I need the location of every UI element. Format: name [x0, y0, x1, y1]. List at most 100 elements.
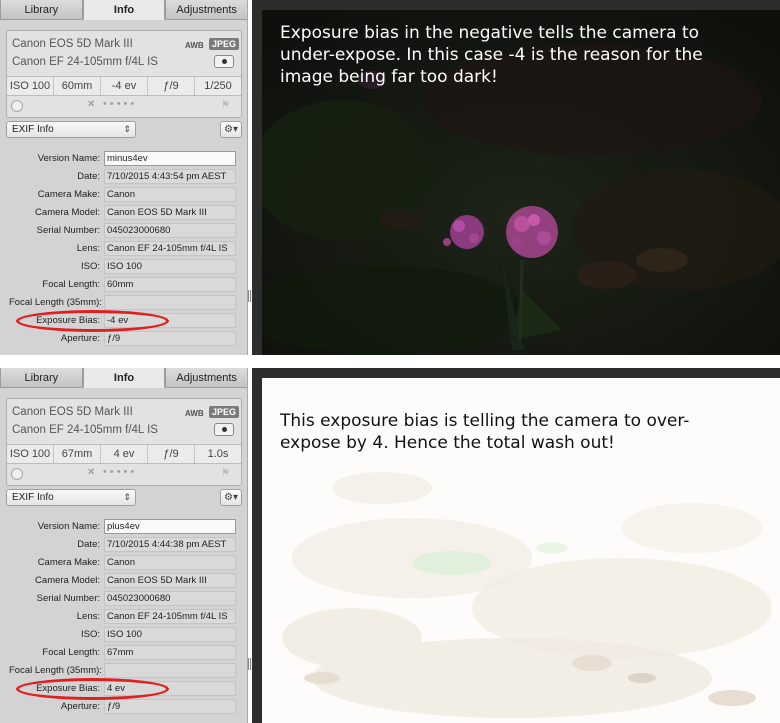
- field-value: Canon: [104, 187, 236, 202]
- stat-iso: ISO 100: [7, 77, 54, 95]
- tab-info[interactable]: Info: [82, 0, 166, 20]
- inspector-tabs: Library Info Adjustments: [0, 368, 247, 388]
- stat-focal: 67mm: [54, 445, 101, 463]
- exif-view-select[interactable]: EXIF Info ⇕: [6, 489, 136, 506]
- field-label: Serial Number:: [36, 225, 100, 236]
- stat-ev: -4 ev: [101, 77, 148, 95]
- field-value: Canon: [104, 555, 236, 570]
- caption-overexpose: This exposure bias is telling the camera…: [280, 411, 690, 453]
- field-value: 045023000680: [104, 591, 236, 606]
- field-label: Focal Length:: [42, 279, 100, 290]
- tab-library[interactable]: Library: [0, 368, 83, 388]
- field-serial-number: Serial Number: 045023000680: [0, 222, 247, 240]
- reject-icon[interactable]: ✕: [87, 99, 95, 110]
- flag-icon[interactable]: ⚑: [221, 468, 230, 479]
- stat-focal: 60mm: [54, 77, 101, 95]
- field-value: 7/10/2015 4:43:54 pm AEST: [104, 169, 236, 184]
- reject-icon[interactable]: ✕: [87, 467, 95, 478]
- field-value: ƒ/9: [104, 331, 236, 346]
- gear-icon[interactable]: ⚙▾: [220, 489, 242, 506]
- exif-view-label: EXIF Info: [12, 124, 54, 135]
- field-iso: ISO: ISO 100: [0, 258, 247, 276]
- field-aperture: Aperture: ƒ/9: [0, 698, 247, 716]
- field-version-name: Version Name: plus4ev: [0, 518, 247, 536]
- stat-aperture: ƒ/9: [148, 445, 195, 463]
- camera-lens: Canon EF 24-105mm f/4L IS: [12, 424, 158, 436]
- stat-shutter: 1.0s: [207, 448, 229, 460]
- info-inspector: Library Info Adjustments Canon EOS 5D Ma…: [0, 368, 248, 723]
- field-value: Canon EOS 5D Mark III: [104, 205, 236, 220]
- camera-lens: Canon EF 24-105mm f/4L IS: [12, 56, 158, 68]
- exposure-bias-highlight: [16, 310, 169, 332]
- field-value: 67mm: [104, 645, 236, 660]
- camera-summary: Canon EOS 5D Mark III Canon EF 24-105mm …: [6, 398, 242, 486]
- field-value: Canon EF 24-105mm f/4L IS: [104, 241, 236, 256]
- field-date: Date: 7/10/2015 4:44:38 pm AEST: [0, 536, 247, 554]
- image-viewer: This exposure bias is telling the camera…: [252, 368, 780, 723]
- record-icon[interactable]: [214, 55, 234, 68]
- field-value: 7/10/2015 4:44:38 pm AEST: [104, 537, 236, 552]
- field-focal-length: Focal Length: 67mm: [0, 644, 247, 662]
- color-label-icon[interactable]: [11, 468, 23, 480]
- format-badge: JPEG: [209, 38, 240, 50]
- camera-summary: Canon EOS 5D Mark III Canon EF 24-105mm …: [6, 30, 242, 118]
- rating-stars[interactable]: •••••: [103, 466, 137, 478]
- exif-view-select[interactable]: EXIF Info ⇕: [6, 121, 136, 138]
- rating-row: ✕ ••••• ⚑: [7, 97, 241, 117]
- version-name-input[interactable]: plus4ev: [104, 519, 236, 534]
- stat-ev: 4 ev: [101, 445, 148, 463]
- field-value: ISO 100: [104, 627, 236, 642]
- camera-model: Canon EOS 5D Mark III: [12, 406, 133, 418]
- field-label: ISO:: [80, 261, 100, 272]
- field-label: Version Name:: [37, 153, 100, 164]
- field-focal-length: Focal Length: 60mm: [0, 276, 247, 294]
- field-value: [104, 295, 236, 310]
- field-iso: ISO: ISO 100: [0, 626, 247, 644]
- awb-badge: AWB: [185, 409, 204, 418]
- caption-underexpose: Exposure bias in the negative tells the …: [280, 23, 703, 87]
- exposure-bias-highlight: [16, 678, 169, 700]
- field-value: ISO 100: [104, 259, 236, 274]
- exif-toolbar: EXIF Info ⇕ ⚙▾: [6, 121, 242, 141]
- exif-view-label: EXIF Info: [12, 492, 54, 503]
- field-label: Camera Make:: [37, 557, 100, 568]
- tab-adjustments[interactable]: Adjustments: [165, 0, 247, 20]
- updown-arrows-icon: ⇕: [123, 124, 131, 134]
- awb-badge: AWB: [185, 41, 204, 50]
- field-label: Lens:: [76, 611, 100, 622]
- field-value: 045023000680: [104, 223, 236, 238]
- screenshot-underexposed: Library Info Adjustments Canon EOS 5D Ma…: [0, 0, 780, 355]
- tab-adjustments[interactable]: Adjustments: [165, 368, 247, 388]
- field-date: Date: 7/10/2015 4:43:54 pm AEST: [0, 168, 247, 186]
- field-value: [104, 663, 236, 678]
- rating-stars[interactable]: •••••: [103, 98, 137, 110]
- format-badge: JPEG: [209, 406, 240, 418]
- color-label-icon[interactable]: [11, 100, 23, 112]
- stat-aperture: ƒ/9: [148, 77, 195, 95]
- gear-icon[interactable]: ⚙▾: [220, 121, 242, 138]
- field-camera-model: Camera Model: Canon EOS 5D Mark III: [0, 572, 247, 590]
- exif-toolbar: EXIF Info ⇕ ⚙▾: [6, 489, 242, 509]
- field-lens: Lens: Canon EF 24-105mm f/4L IS: [0, 240, 247, 258]
- updown-arrows-icon: ⇕: [123, 492, 131, 502]
- info-inspector: Library Info Adjustments Canon EOS 5D Ma…: [0, 0, 248, 355]
- splitter-handle[interactable]: [248, 658, 251, 670]
- exposure-stats: ISO 100 60mm -4 ev ƒ/9 1/250: [7, 76, 241, 96]
- field-label: Focal Length:: [42, 647, 100, 658]
- field-version-name: Version Name: minus4ev: [0, 150, 247, 168]
- tab-library[interactable]: Library: [0, 0, 83, 20]
- field-camera-make: Camera Make: Canon: [0, 554, 247, 572]
- splitter-handle[interactable]: [248, 290, 251, 302]
- field-serial-number: Serial Number: 045023000680: [0, 590, 247, 608]
- inspector-tabs: Library Info Adjustments: [0, 0, 247, 20]
- field-label: Version Name:: [37, 521, 100, 532]
- field-focal-length-35mm: Focal Length (35mm):: [0, 294, 247, 312]
- field-value: ƒ/9: [104, 699, 236, 714]
- version-name-input[interactable]: minus4ev: [104, 151, 236, 166]
- tab-info[interactable]: Info: [82, 368, 166, 388]
- rating-row: ✕ ••••• ⚑: [7, 465, 241, 485]
- flag-icon[interactable]: ⚑: [221, 100, 230, 111]
- camera-model: Canon EOS 5D Mark III: [12, 38, 133, 50]
- field-camera-model: Camera Model: Canon EOS 5D Mark III: [0, 204, 247, 222]
- record-icon[interactable]: [214, 423, 234, 436]
